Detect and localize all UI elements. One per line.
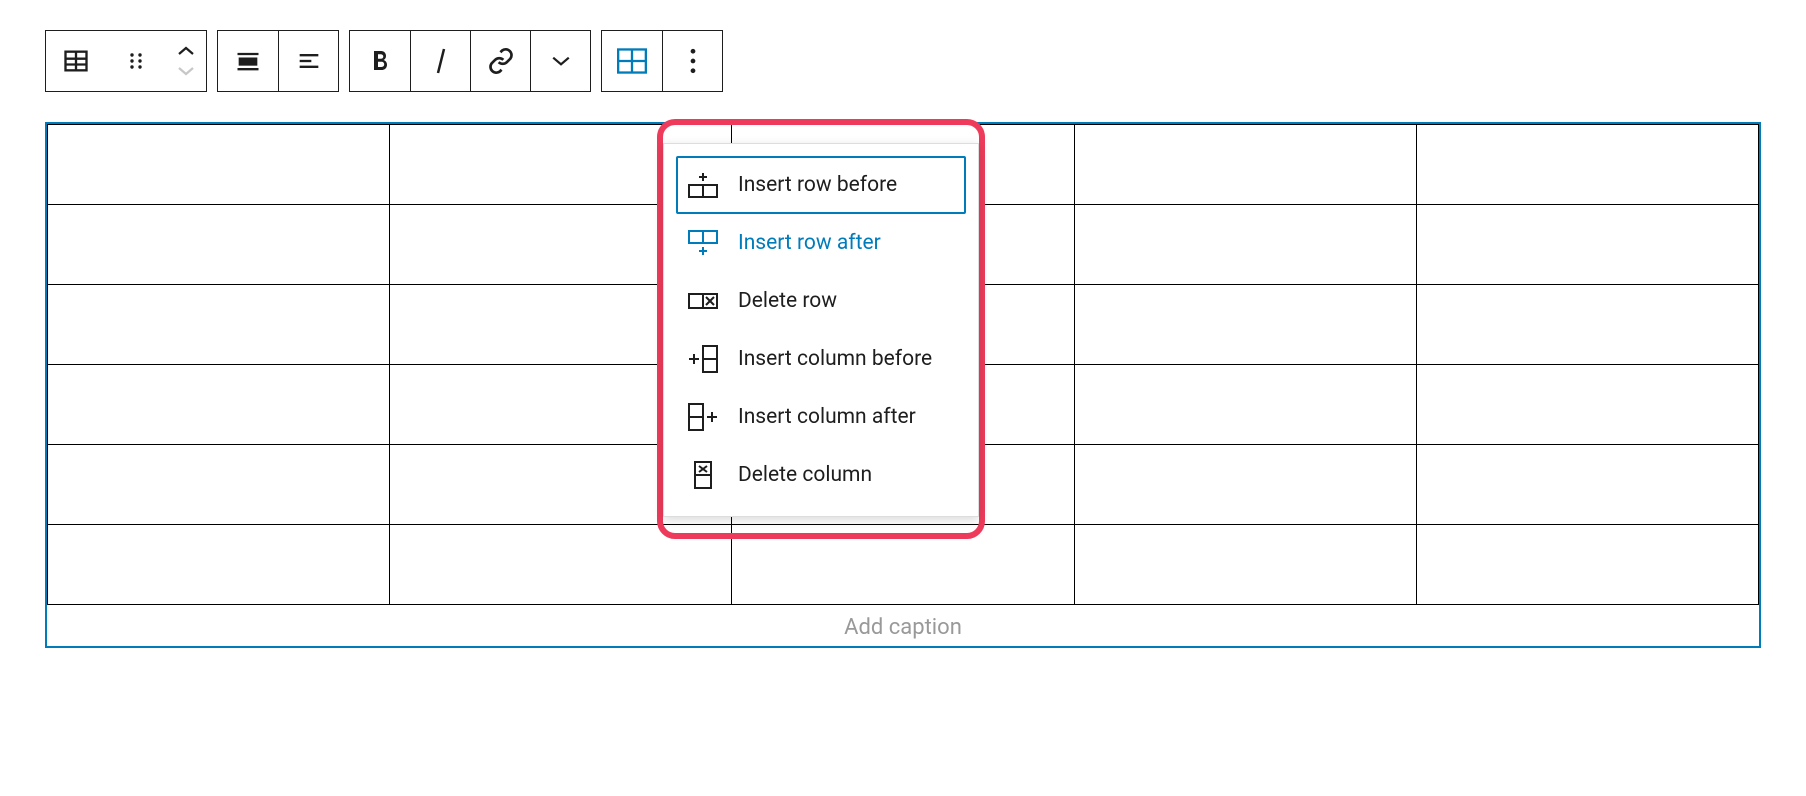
table-cell[interactable]	[1074, 205, 1416, 285]
table-block: Add caption Insert row before	[45, 122, 1761, 648]
delete-column-item[interactable]: Delete column	[676, 446, 966, 504]
chevron-down-icon	[551, 55, 571, 67]
dropdown-item-label: Delete row	[738, 289, 837, 313]
table-cell[interactable]	[1074, 445, 1416, 525]
table-cell[interactable]	[48, 365, 390, 445]
delete-row-icon	[688, 286, 718, 316]
toolbar-group-format	[349, 30, 591, 92]
drag-icon	[126, 51, 146, 71]
drag-handle-button[interactable]	[106, 31, 166, 91]
dropdown-item-label: Insert column after	[738, 405, 916, 429]
text-align-left-icon	[295, 47, 323, 75]
table-cell[interactable]	[48, 205, 390, 285]
more-vertical-icon	[689, 48, 697, 74]
insert-column-before-icon	[688, 344, 718, 374]
table-cell[interactable]	[1074, 285, 1416, 365]
move-down-button[interactable]	[177, 61, 195, 81]
link-icon	[487, 47, 515, 75]
table-cell[interactable]	[48, 285, 390, 365]
dropdown-item-label: Delete column	[738, 463, 872, 487]
toolbar-group-table-tools	[601, 30, 723, 92]
insert-row-after-icon	[688, 228, 718, 258]
delete-column-icon	[688, 460, 718, 490]
align-button[interactable]	[218, 31, 278, 91]
caption-input[interactable]: Add caption	[47, 605, 1759, 646]
table-edit-dropdown: Insert row before Insert row after	[663, 143, 979, 517]
table-cell[interactable]	[1074, 365, 1416, 445]
edit-table-button[interactable]	[602, 31, 662, 91]
insert-row-after-item[interactable]: Insert row after	[676, 214, 966, 272]
toolbar-group-align	[217, 30, 339, 92]
italic-button[interactable]	[410, 31, 470, 91]
table-cell[interactable]	[1074, 125, 1416, 205]
table-cell[interactable]	[1416, 445, 1758, 525]
more-options-button[interactable]	[662, 31, 722, 91]
insert-column-after-item[interactable]: Insert column after	[676, 388, 966, 446]
table-cell[interactable]	[48, 525, 390, 605]
dropdown-item-label: Insert column before	[738, 347, 932, 371]
insert-column-after-icon	[688, 402, 718, 432]
table-cell[interactable]	[48, 445, 390, 525]
insert-row-before-icon	[688, 170, 718, 200]
insert-row-before-item[interactable]: Insert row before	[676, 156, 966, 214]
text-align-button[interactable]	[278, 31, 338, 91]
align-icon	[234, 47, 262, 75]
move-updown	[166, 31, 206, 91]
more-format-button[interactable]	[530, 31, 590, 91]
link-button[interactable]	[470, 31, 530, 91]
italic-icon	[434, 48, 448, 74]
block-toolbar	[45, 30, 1761, 92]
table-cell[interactable]	[1074, 525, 1416, 605]
table-cell[interactable]	[48, 125, 390, 205]
block-type-button[interactable]	[46, 31, 106, 91]
insert-column-before-item[interactable]: Insert column before	[676, 330, 966, 388]
edit-table-icon	[617, 48, 647, 74]
bold-icon	[369, 49, 391, 73]
bold-button[interactable]	[350, 31, 410, 91]
delete-row-item[interactable]: Delete row	[676, 272, 966, 330]
annotation-highlight: Insert row before Insert row after	[657, 119, 985, 539]
toolbar-group-block	[45, 30, 207, 92]
table-cell[interactable]	[1416, 525, 1758, 605]
dropdown-item-label: Insert row before	[738, 173, 897, 197]
table-cell[interactable]	[1416, 125, 1758, 205]
table-cell[interactable]	[1416, 205, 1758, 285]
table-block-icon	[62, 47, 90, 75]
move-up-button[interactable]	[177, 41, 195, 61]
table-cell[interactable]	[1416, 285, 1758, 365]
dropdown-item-label: Insert row after	[738, 231, 881, 255]
table-cell[interactable]	[1416, 365, 1758, 445]
